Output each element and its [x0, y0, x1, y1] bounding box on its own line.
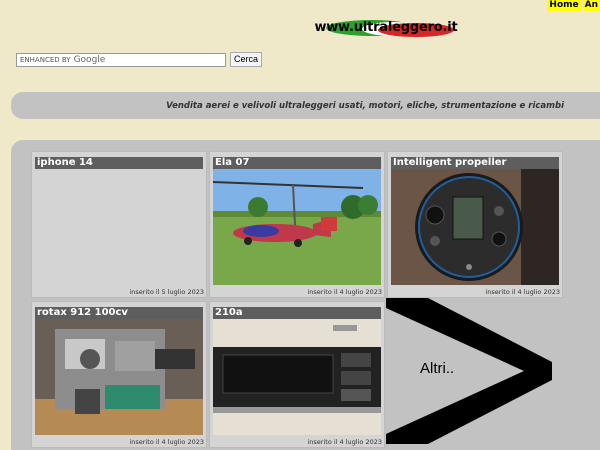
arrow-right-icon — [386, 298, 552, 444]
search-button[interactable]: Cerca — [230, 52, 263, 67]
listing-date: inserito il 5 luglio 2023 — [129, 288, 204, 296]
listing-title[interactable]: iphone 14 — [35, 157, 203, 169]
site-logo[interactable]: www.ultraleggero.it — [312, 16, 460, 42]
tagline-text: Vendita aerei e velivoli ultraleggeri us… — [166, 101, 564, 111]
listing-card[interactable]: Intelligent propeller inserito il 4 lugl… — [387, 151, 563, 298]
more-label: Altri.. — [420, 360, 455, 377]
listing-date: inserito il 4 luglio 2023 — [129, 438, 204, 446]
logo-text: www.ultraleggero.it — [314, 20, 458, 35]
listing-title[interactable]: 210a — [213, 307, 381, 319]
an-link[interactable]: An — [582, 0, 600, 11]
engine-image[interactable] — [35, 319, 203, 435]
listing-title[interactable]: Intelligent propeller — [391, 157, 559, 169]
search-placeholder: ENHANCED BY — [20, 55, 71, 64]
listing-date: inserito il 4 luglio 2023 — [307, 288, 382, 296]
search-bar: ENHANCED BY Google Cerca — [16, 52, 263, 67]
listing-card[interactable]: 210a inserito il 4 luglio 2023 — [209, 301, 385, 448]
listing-date: inserito il 4 luglio 2023 — [307, 438, 382, 446]
listing-date: inserito il 4 luglio 2023 — [485, 288, 560, 296]
home-link[interactable]: Home — [547, 0, 581, 11]
more-listings-link[interactable]: Altri.. — [386, 298, 556, 444]
search-input[interactable]: ENHANCED BY Google — [16, 52, 226, 67]
autogyro-image[interactable] — [213, 169, 381, 285]
radio-unit-image[interactable] — [213, 319, 381, 435]
listing-card[interactable]: iphone 14 inserito il 5 luglio 2023 — [31, 151, 207, 298]
top-links: Home An — [547, 0, 600, 11]
tagline-banner: Vendita aerei e velivoli ultraleggeri us… — [11, 92, 600, 119]
propeller-gauge-image[interactable] — [391, 169, 559, 285]
listing-card[interactable]: Ela 07 inserito il 4 luglio 2023 — [209, 151, 385, 298]
listing-title[interactable]: rotax 912 100cv — [35, 307, 203, 319]
listing-card[interactable]: rotax 912 100cv inserito il 4 luglio 202… — [31, 301, 207, 448]
google-label: Google — [73, 54, 106, 65]
listing-title[interactable]: Ela 07 — [213, 157, 381, 169]
